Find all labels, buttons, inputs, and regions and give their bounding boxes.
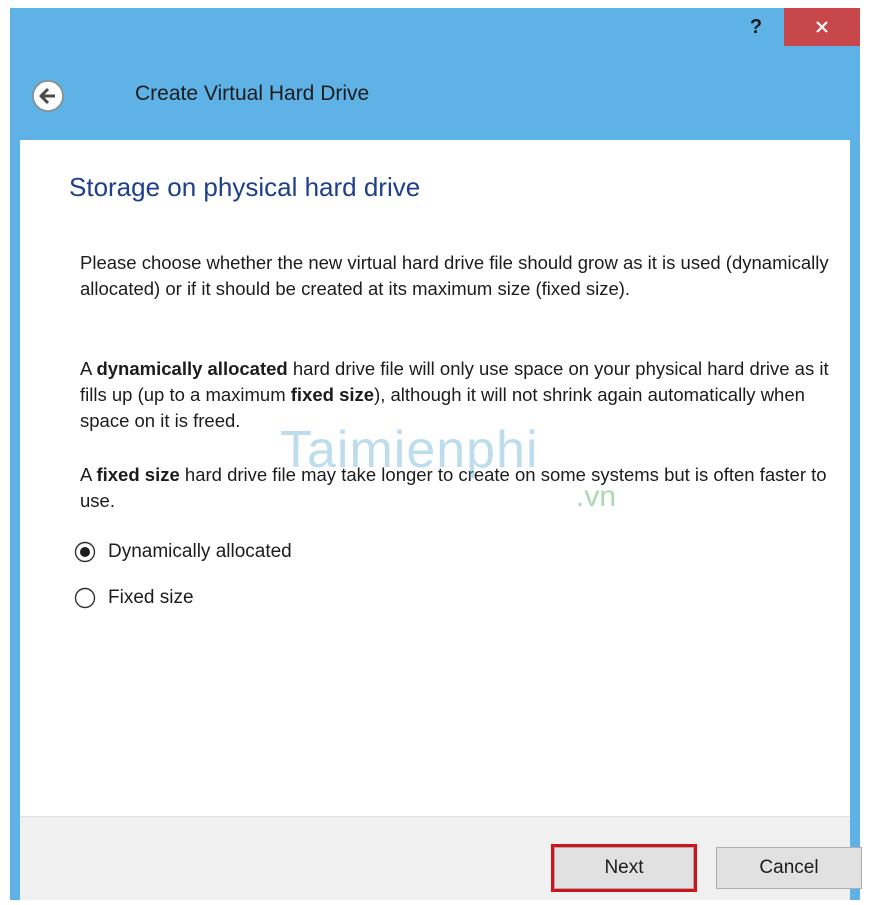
- dialog-window: ? Create Virtual Hard Drive Storage on p…: [10, 8, 862, 900]
- cancel-button[interactable]: Cancel: [716, 847, 862, 889]
- radio-selected-icon[interactable]: [74, 541, 96, 563]
- watermark-domain: .vn: [576, 480, 617, 513]
- close-button[interactable]: [784, 8, 860, 46]
- option-label: Fixed size: [108, 587, 194, 608]
- option-label: Dynamically allocated: [108, 541, 292, 562]
- option-fixed-size[interactable]: Fixed size: [74, 584, 194, 612]
- page-title: Storage on physical hard drive: [69, 172, 421, 202]
- option-dynamically-allocated[interactable]: Dynamically allocated: [74, 538, 292, 566]
- content-panel: Storage on physical hard drive Please ch…: [20, 140, 850, 816]
- back-button[interactable]: [30, 78, 66, 114]
- close-icon: [816, 21, 828, 33]
- button-bar: Next Cancel: [20, 816, 862, 900]
- wizard-header: Create Virtual Hard Drive: [10, 48, 860, 140]
- radio-unselected-icon[interactable]: [74, 587, 96, 609]
- watermark-text: Taimienphi: [280, 421, 539, 479]
- title-bar: ?: [10, 8, 860, 48]
- help-button[interactable]: ?: [734, 8, 778, 46]
- description-paragraph-1: Please choose whether the new virtual ha…: [80, 252, 829, 299]
- wizard-title: Create Virtual Hard Drive: [135, 82, 370, 105]
- next-button[interactable]: Next: [551, 844, 697, 892]
- back-arrow-icon: [32, 80, 64, 112]
